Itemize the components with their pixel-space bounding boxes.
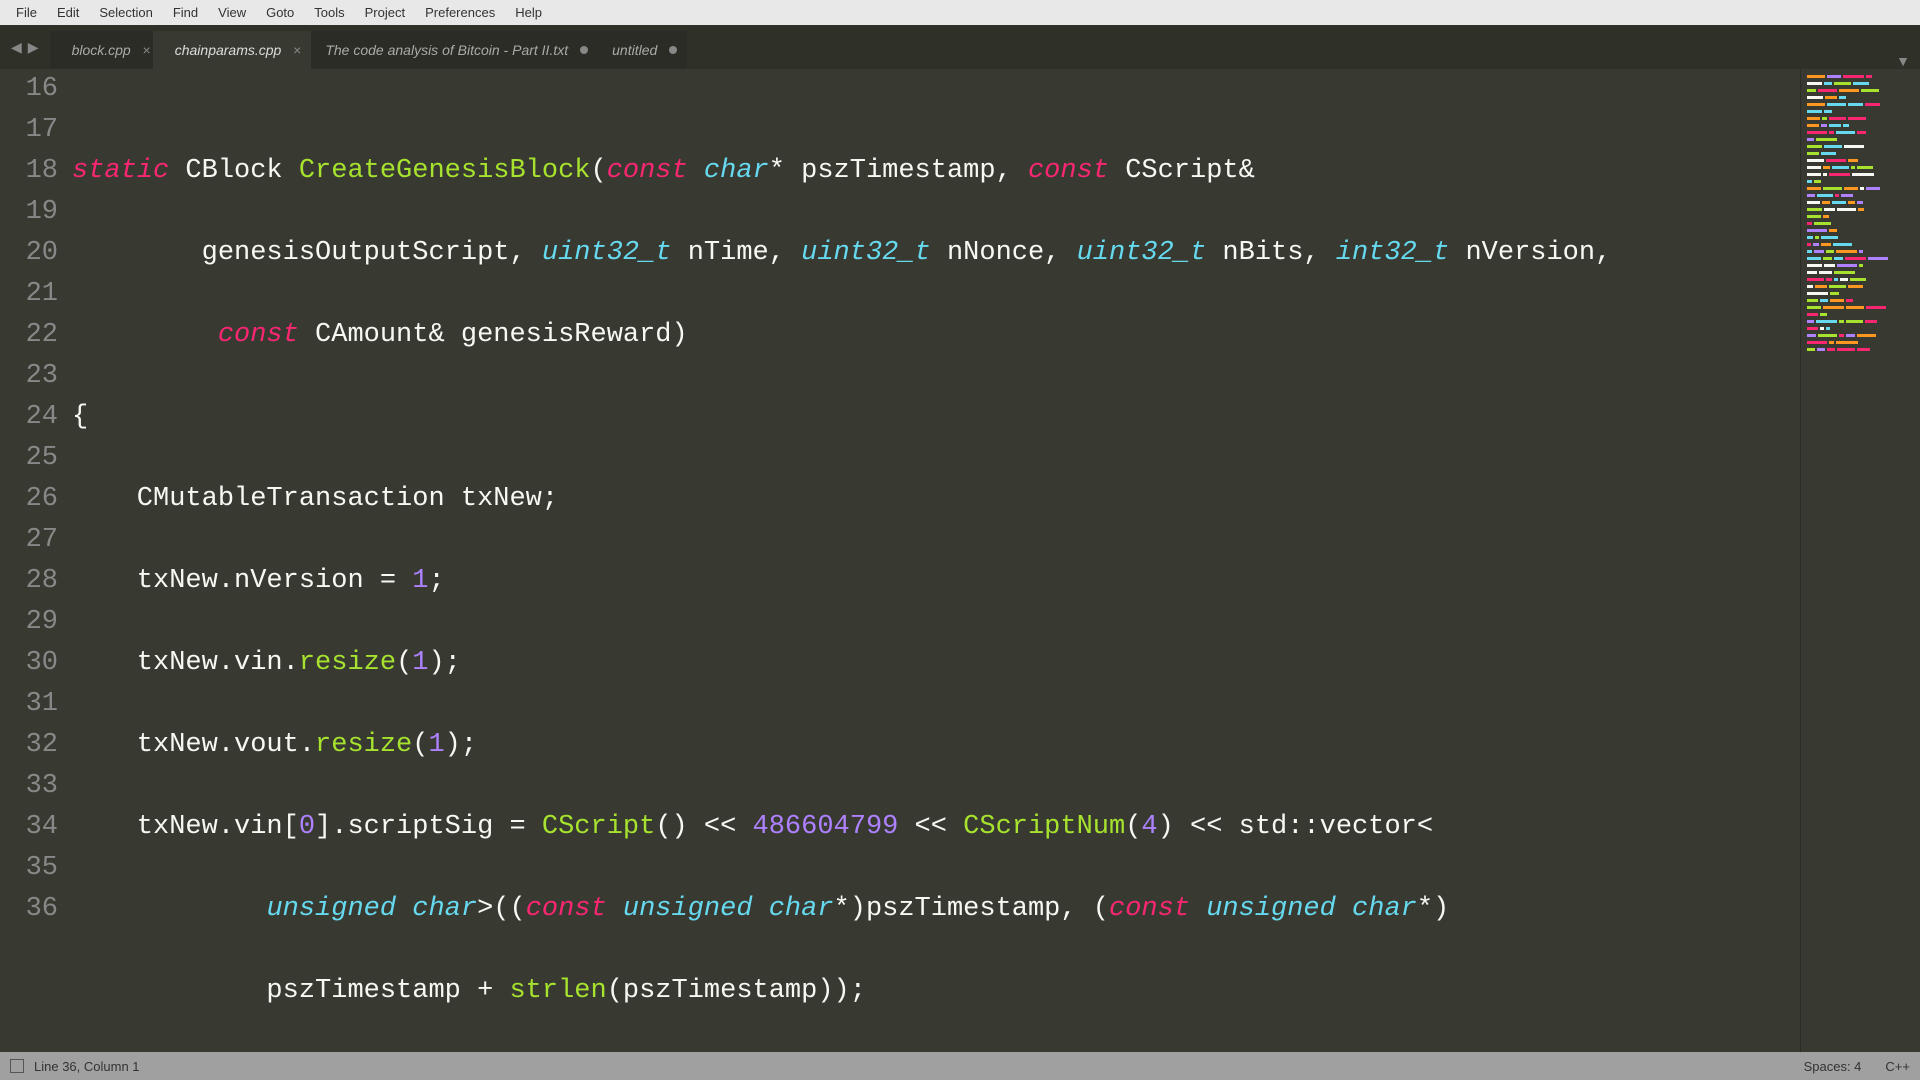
code-line: { [72, 397, 1800, 438]
tab-block-cpp[interactable]: block.cpp × [50, 31, 161, 69]
menu-edit[interactable]: Edit [47, 2, 89, 23]
code-content[interactable]: static CBlock CreateGenesisBlock(const c… [72, 69, 1800, 1052]
text: CBlock [185, 156, 282, 186]
menu-goto[interactable]: Goto [256, 2, 304, 23]
menu-preferences[interactable]: Preferences [415, 2, 505, 23]
status-bar: Line 36, Column 1 Spaces: 4 C++ [0, 1052, 1920, 1080]
menu-bar: File Edit Selection Find View Goto Tools… [0, 0, 1920, 25]
tab-bar: ◀ ▶ block.cpp × chainparams.cpp × The co… [0, 25, 1920, 69]
menu-find[interactable]: Find [163, 2, 208, 23]
status-indent[interactable]: Spaces: 4 [1804, 1059, 1862, 1074]
menu-project[interactable]: Project [355, 2, 415, 23]
tab-label: chainparams.cpp [175, 42, 282, 58]
function-name: CreateGenesisBlock [299, 156, 591, 186]
tab-label: block.cpp [72, 42, 131, 58]
menu-tools[interactable]: Tools [304, 2, 354, 23]
status-language[interactable]: C++ [1885, 1059, 1910, 1074]
menu-help[interactable]: Help [505, 2, 552, 23]
code-line: CMutableTransaction txNew; [72, 479, 1800, 520]
dirty-indicator-icon [669, 46, 677, 54]
close-icon[interactable]: × [143, 42, 151, 58]
menu-selection[interactable]: Selection [89, 2, 162, 23]
tab-label: The code analysis of Bitcoin - Part II.t… [325, 42, 568, 58]
tab-nav: ◀ ▶ [0, 25, 50, 69]
line-number-gutter: 1617181920212223242526272829303132333435… [0, 69, 72, 1052]
tab-overflow-icon[interactable]: ▼ [1896, 53, 1910, 69]
tab-nav-next-icon[interactable]: ▶ [25, 39, 42, 56]
status-cursor-position[interactable]: Line 36, Column 1 [34, 1059, 140, 1074]
menu-view[interactable]: View [208, 2, 256, 23]
status-panel-icon[interactable] [10, 1059, 24, 1073]
dirty-indicator-icon [580, 46, 588, 54]
tab-nav-prev-icon[interactable]: ◀ [8, 39, 25, 56]
tab-untitled[interactable]: untitled [590, 31, 687, 69]
tab-analysis-txt[interactable]: The code analysis of Bitcoin - Part II.t… [303, 31, 598, 69]
close-icon[interactable]: × [293, 42, 301, 58]
editor-area: 1617181920212223242526272829303132333435… [0, 69, 1920, 1052]
menu-file[interactable]: File [6, 2, 47, 23]
tab-chainparams-cpp[interactable]: chainparams.cpp × [153, 31, 312, 69]
tab-label: untitled [612, 42, 657, 58]
minimap[interactable] [1800, 69, 1920, 1052]
keyword: static [72, 156, 169, 186]
